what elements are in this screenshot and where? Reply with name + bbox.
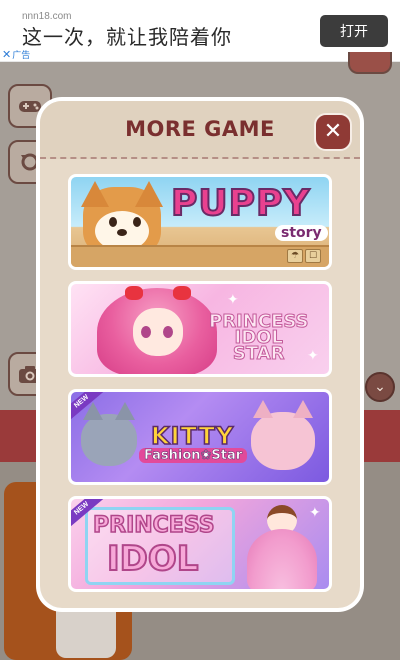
sparkle-icon: ✦: [227, 292, 239, 308]
ad-open-button[interactable]: 打开: [320, 15, 388, 47]
puppy-nose: [117, 229, 127, 236]
puppy-ear: [135, 181, 163, 207]
bow-decoration: [173, 286, 191, 300]
game-card-puppy-story[interactable]: PUPPY story ☂ ☐: [68, 174, 332, 270]
game-subtitle: story: [275, 225, 328, 241]
princess-eye: [163, 326, 173, 338]
game-title-line: PRINCESS: [92, 512, 215, 539]
umbrella-icon: ☂: [287, 249, 303, 263]
game-title: PUPPY: [170, 182, 311, 225]
ad-banner[interactable]: nnn18.com 这一次，就让我陪着你 打开 ✕ 广告: [0, 0, 400, 62]
cat-ear: [83, 402, 103, 420]
top-right-button[interactable]: [348, 52, 392, 74]
game-subtitle: Fashion❀Star: [139, 448, 248, 463]
puppy-eye: [109, 217, 117, 227]
box-icon: ☐: [305, 249, 321, 263]
game-card-kitty-fashion-star[interactable]: NEW KITTY Fashion❀Star: [68, 389, 332, 485]
chevron-down-icon[interactable]: ⌄: [365, 372, 395, 402]
close-icon: ✕: [323, 119, 343, 144]
ad-title[interactable]: 这一次，就让我陪着你: [22, 21, 232, 50]
dialog-title: MORE GAME: [125, 117, 275, 141]
cat-illustration: [81, 414, 137, 466]
game-title-line: STAR: [232, 343, 285, 364]
bow-decoration: [125, 286, 143, 300]
ad-close-icon[interactable]: ✕: [2, 48, 11, 61]
puppy-ear: [81, 181, 109, 207]
game-title: KITTY: [150, 421, 235, 451]
cat-illustration: [251, 412, 315, 470]
cat-ear: [115, 402, 135, 420]
dialog-header: MORE GAME ✕: [40, 101, 360, 159]
sparkle-icon: ✦: [309, 505, 321, 521]
more-game-dialog: MORE GAME ✕ PUPPY story ☂ ☐ ✦ ✦ PRINCESS…: [36, 97, 364, 612]
sparkle-icon: ✦: [307, 348, 319, 364]
close-button[interactable]: ✕: [314, 113, 352, 151]
game-title-line: IDOL: [106, 538, 199, 580]
dress-illustration: [247, 529, 317, 589]
game-title: PRINCESS IDOL STAR: [208, 312, 308, 364]
game-card-princess-idol-star[interactable]: ✦ ✦ PRINCESS IDOL STAR: [68, 281, 332, 377]
badge-group: ☂ ☐: [287, 249, 321, 263]
cat-ear: [293, 400, 313, 418]
ad-label[interactable]: ✕ 广告: [2, 48, 30, 61]
game-card-princess-idol[interactable]: NEW PRINCESS IDOL ✦: [68, 496, 332, 592]
ad-label-text: 广告: [12, 51, 31, 61]
cat-ear: [253, 400, 273, 418]
puppy-eye: [133, 217, 141, 227]
more-game-panel: MORE GAME ✕ PUPPY story ☂ ☐ ✦ ✦ PRINCESS…: [40, 101, 360, 608]
princess-eye: [141, 326, 151, 338]
